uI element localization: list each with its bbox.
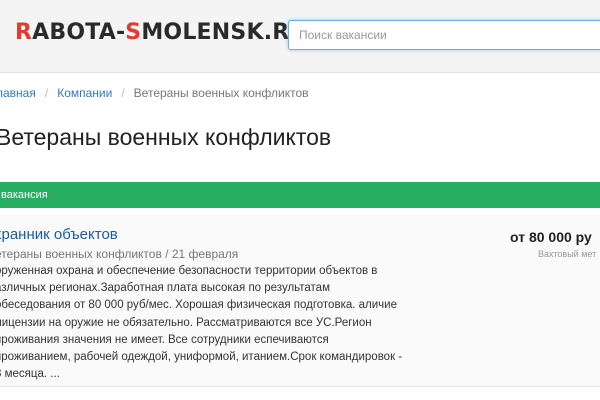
search-input[interactable] bbox=[288, 20, 600, 50]
logo-text-molensk: MOLENSK.RU bbox=[141, 20, 308, 45]
logo-letter-r: R bbox=[15, 20, 33, 45]
breadcrumb-home-link[interactable]: лавная bbox=[0, 86, 36, 100]
logo-letter-s: S bbox=[125, 20, 142, 45]
breadcrumb-separator: / bbox=[44, 86, 49, 100]
breadcrumb-current: Ветераны военных конфликтов bbox=[133, 86, 309, 100]
site-logo[interactable]: RABOTA-SMOLENSK.RU bbox=[15, 20, 307, 45]
vacancy-salary: от 80 000 ру bbox=[510, 229, 592, 245]
vacancy-card: хранник объектов етераны военных конфлик… bbox=[0, 214, 600, 387]
logo-text-abota: ABOTA- bbox=[32, 20, 126, 45]
page-title: Ветераны военных конфликтов bbox=[0, 124, 332, 150]
breadcrumb-separator: / bbox=[121, 86, 125, 100]
breadcrumb: лавная / Компании / Ветераны военных конфлик… bbox=[0, 86, 309, 100]
breadcrumb-companies-link[interactable]: Компании bbox=[57, 86, 112, 100]
vacancy-description: оруженная охрана и обеспечение безопасно… bbox=[0, 265, 403, 381]
vacancy-company-date: етераны военных конфликтов / 21 февраля bbox=[0, 247, 239, 261]
vacancies-section-header: вакансия bbox=[0, 182, 600, 208]
vacancy-work-type: Вахтовый мет bbox=[538, 249, 597, 259]
site-header: RABOTA-SMOLENSK.RU bbox=[0, 0, 600, 73]
vacancy-title-link[interactable]: хранник объектов bbox=[0, 226, 118, 243]
